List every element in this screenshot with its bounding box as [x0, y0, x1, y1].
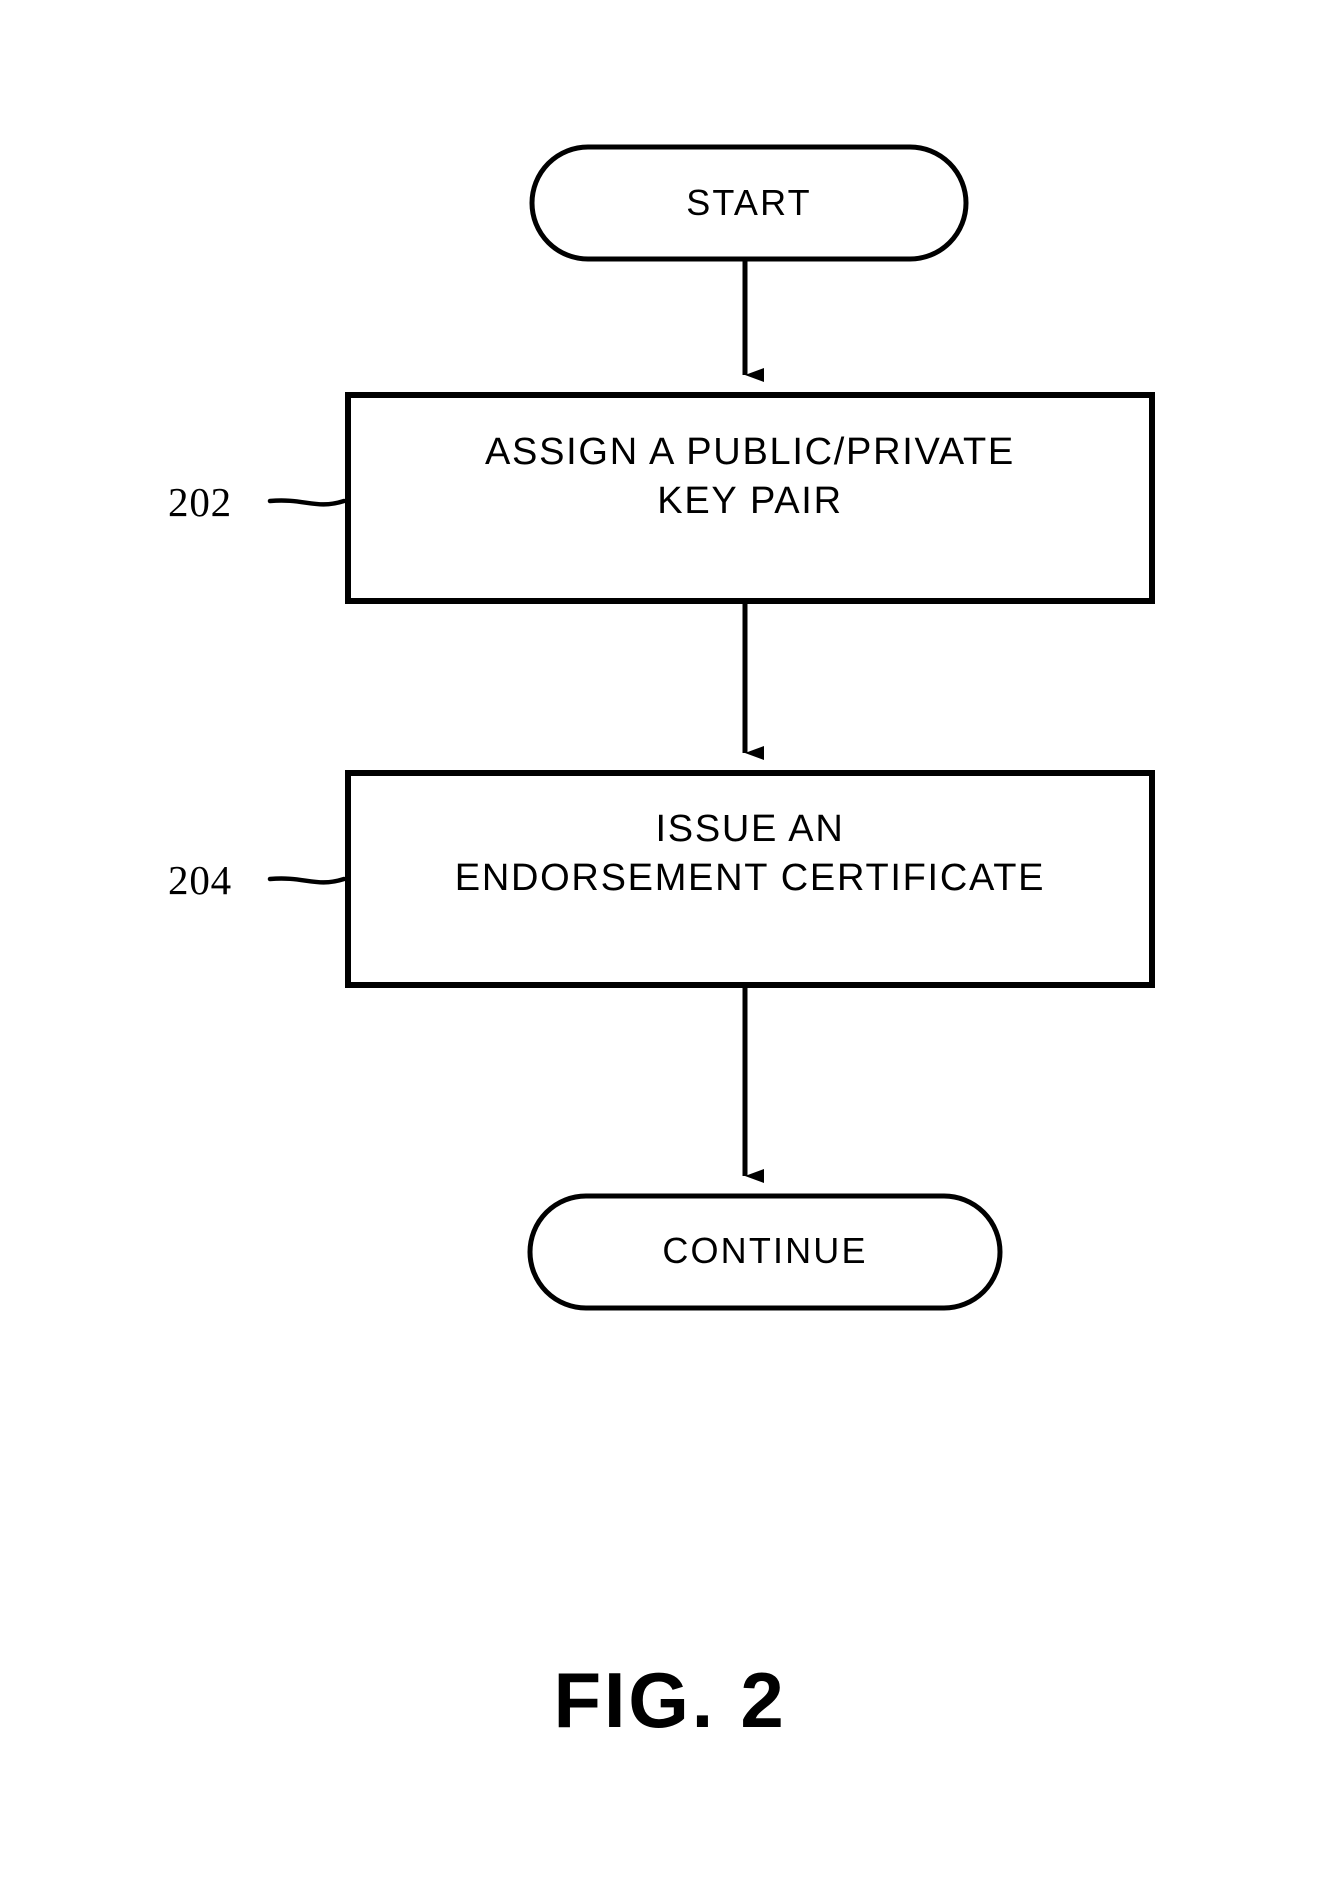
- reference-numeral-202: 202: [168, 479, 232, 525]
- patent-figure: START ASSIGN A PUBLIC/PRIVATE KEY PAIR I…: [0, 0, 1340, 1892]
- reference-numeral-204: 204: [168, 857, 232, 903]
- leader-line-204: [267, 876, 347, 885]
- step-204-label: ISSUE AN ENDORSEMENT CERTIFICATE: [454, 808, 1046, 900]
- continue-terminator-label: CONTINUE: [662, 1230, 868, 1271]
- figure-caption: FIG. 2: [553, 1656, 787, 1744]
- flowchart-geometry: [267, 144, 1155, 1311]
- leader-line-202: [267, 498, 347, 507]
- step-202-label: ASSIGN A PUBLIC/PRIVATE KEY PAIR: [485, 431, 1015, 523]
- start-terminator-label: START: [686, 182, 812, 223]
